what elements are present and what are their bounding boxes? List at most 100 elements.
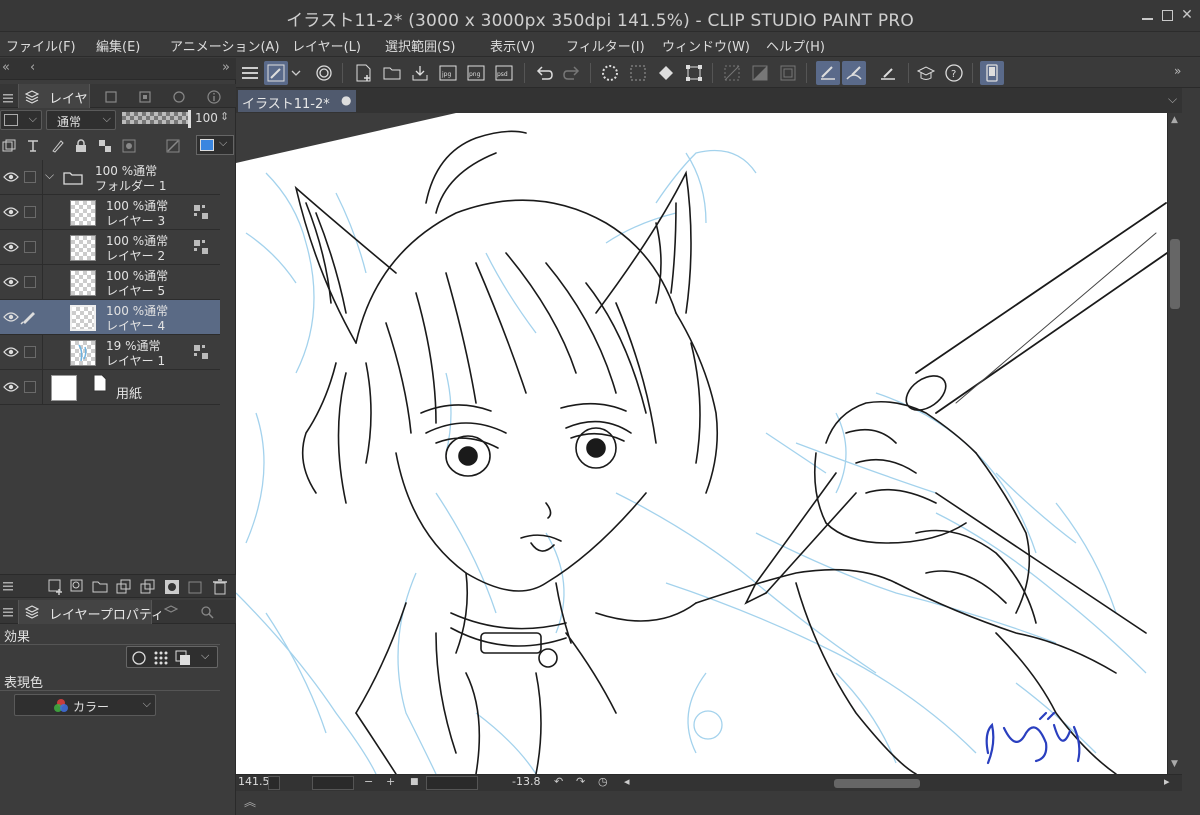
expression-color-dropdown[interactable]: カラー ⌵ — [14, 694, 156, 716]
hamburger-menu-icon[interactable] — [238, 61, 262, 85]
menu-edit[interactable]: 編集(E) — [96, 36, 140, 55]
double-chevron-right-icon[interactable]: » — [222, 60, 230, 75]
new-raster-layer-icon[interactable] — [48, 579, 64, 595]
rotate-left-icon[interactable]: ↶ — [554, 775, 563, 788]
menu-selection[interactable]: 選択範囲(S) — [385, 36, 455, 55]
layer-row-layer-4[interactable]: 100 %通常 レイヤー 4 — [0, 300, 220, 335]
loading-spinner-icon[interactable] — [598, 61, 622, 85]
rotation-input[interactable] — [426, 776, 478, 790]
layer-row-paper[interactable]: 用紙 — [0, 370, 220, 405]
menu-animation[interactable]: アニメーション(A) — [170, 36, 280, 55]
redo-icon[interactable] — [560, 61, 584, 85]
reset-rotation-icon[interactable]: ◷ — [598, 775, 608, 788]
scroll-right-arrow-icon[interactable]: ▸ — [1164, 775, 1170, 788]
export-png-icon[interactable]: png — [464, 61, 488, 85]
zoom-value[interactable]: 141.5 — [238, 775, 270, 788]
help-icon[interactable]: ? — [942, 61, 966, 85]
info-tab-icon[interactable] — [207, 89, 221, 104]
invert-selection-icon[interactable] — [748, 61, 772, 85]
spiral-icon[interactable] — [312, 61, 336, 85]
layer-check[interactable] — [24, 346, 36, 358]
ruler-mask-icon[interactable] — [166, 138, 180, 153]
draft-layer-icon[interactable] — [50, 138, 64, 153]
layer-check[interactable] — [24, 171, 36, 183]
layer-check[interactable] — [24, 206, 36, 218]
vertical-scrollbar[interactable]: ▲ ▼ — [1167, 113, 1182, 774]
lock-transparency-icon[interactable] — [98, 138, 112, 152]
clear-selection-icon[interactable] — [720, 61, 744, 85]
layer-search-tab-icon[interactable] — [164, 605, 178, 619]
eye-icon[interactable] — [3, 171, 19, 183]
brush-tool-icon[interactable] — [264, 61, 288, 85]
transform-icon[interactable] — [682, 61, 706, 85]
document-tab[interactable]: イラスト11-2* ● — [238, 90, 356, 112]
navigator-tab-icon[interactable] — [138, 89, 152, 103]
canvas[interactable] — [236, 113, 1167, 774]
opacity-slider[interactable] — [122, 112, 188, 124]
reference-layer-icon[interactable] — [26, 138, 40, 152]
chevron-down-icon[interactable]: ⌵ — [1168, 92, 1177, 107]
scroll-up-arrow-icon[interactable]: ▲ — [1171, 115, 1178, 125]
eye-icon[interactable] — [3, 276, 19, 288]
double-chevron-up-icon[interactable]: ︽ — [244, 793, 256, 810]
border-effect-icon[interactable] — [131, 650, 147, 666]
double-chevron-left-icon[interactable]: « — [2, 60, 10, 75]
layer-row-layer-1[interactable]: 19 %通常 レイヤー 1 — [0, 335, 220, 370]
layer-mask-icon[interactable] — [164, 579, 180, 595]
snap-to-grid-icon[interactable] — [876, 61, 900, 85]
zoom-out-icon[interactable]: − — [364, 775, 373, 788]
export-jpg-icon[interactable]: jpg — [436, 61, 460, 85]
learn-icon[interactable] — [914, 61, 938, 85]
show-selection-icon[interactable] — [776, 61, 800, 85]
eye-icon[interactable] — [3, 206, 19, 218]
menu-layer[interactable]: レイヤー(L) — [292, 36, 361, 55]
opacity-value[interactable]: 100 — [195, 111, 218, 125]
lock-icon[interactable] — [74, 138, 88, 152]
scroll-down-arrow-icon[interactable]: ▼ — [1171, 759, 1178, 769]
double-chevron-right-icon[interactable]: » — [1174, 64, 1181, 78]
rotation-angle-value[interactable]: -13.8 — [512, 775, 540, 788]
save-icon[interactable] — [408, 61, 432, 85]
mask-icon[interactable] — [122, 138, 136, 153]
zoom-input[interactable] — [312, 776, 354, 790]
layer-row-folder-1[interactable]: ⌵ 100 %通常 フォルダー 1 — [0, 160, 220, 195]
copy-layer-icon[interactable] — [116, 579, 132, 595]
apply-mask-icon[interactable] — [188, 579, 204, 595]
tab-layer-property[interactable]: レイヤープロパティ — [18, 600, 164, 624]
blend-mode-dropdown[interactable]: 通常 ⌵ — [46, 110, 116, 130]
new-file-icon[interactable] — [352, 61, 376, 85]
scroll-left-arrow-icon[interactable]: ◂ — [624, 775, 630, 788]
chevron-down-icon[interactable] — [288, 61, 302, 85]
zoom-box[interactable] — [268, 776, 280, 790]
search-icon[interactable] — [200, 605, 214, 619]
menu-view[interactable]: 表示(V) — [490, 36, 535, 55]
layer-row-layer-5[interactable]: 100 %通常 レイヤー 5 — [0, 265, 220, 300]
tone-effect-icon[interactable] — [153, 650, 169, 666]
fill-bucket-icon[interactable] — [654, 61, 678, 85]
trash-icon[interactable] — [212, 579, 228, 595]
select-all-icon[interactable] — [626, 61, 650, 85]
eye-icon[interactable] — [3, 311, 19, 323]
horizontal-scroll-thumb[interactable] — [834, 779, 920, 788]
chevron-down-icon[interactable]: ⌵ — [45, 168, 54, 183]
maximize-button[interactable] — [1158, 6, 1176, 24]
export-psd-icon[interactable]: psd — [492, 61, 516, 85]
smartphone-icon[interactable] — [980, 61, 1004, 85]
layer-color-dropdown[interactable]: ⌵ — [0, 110, 42, 130]
eye-icon[interactable] — [3, 241, 19, 253]
menu-help[interactable]: ヘルプ(H) — [766, 36, 825, 55]
panel-menu-icon[interactable] — [2, 89, 16, 103]
minimize-button[interactable] — [1138, 6, 1156, 24]
snap-to-special-ruler-icon[interactable] — [842, 61, 866, 85]
animation-tab-icon[interactable] — [172, 89, 186, 103]
vertical-scroll-thumb[interactable] — [1170, 239, 1180, 309]
undo-icon[interactable] — [532, 61, 556, 85]
menu-filter[interactable]: フィルター(I) — [566, 36, 645, 55]
zoom-in-icon[interactable]: + — [386, 775, 395, 788]
tab-layer[interactable]: レイヤ — [18, 84, 90, 108]
layer-check[interactable] — [24, 276, 36, 288]
spin-arrows-icon[interactable]: ⇕ — [220, 110, 229, 123]
chevron-left-icon[interactable]: ‹ — [30, 60, 35, 75]
new-vector-layer-icon[interactable] — [70, 579, 86, 595]
panel-menu-icon[interactable] — [2, 606, 14, 618]
